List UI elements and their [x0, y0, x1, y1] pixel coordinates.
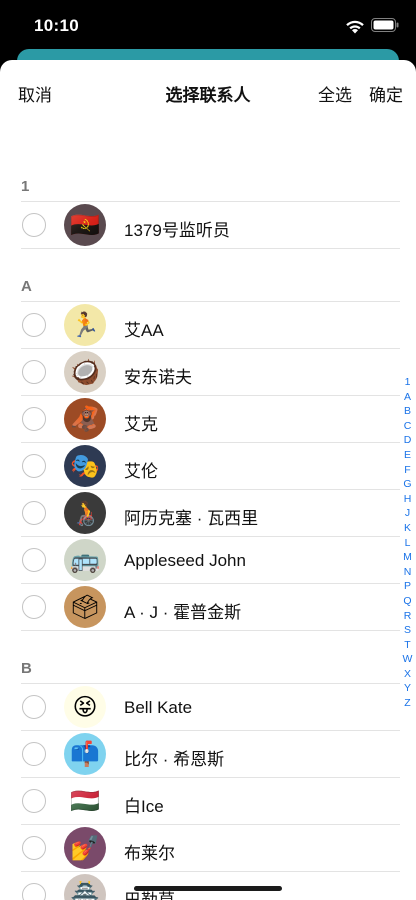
- runner-icon: 🏃: [64, 304, 106, 346]
- index-letter[interactable]: G: [399, 477, 416, 492]
- section-header: A: [0, 248, 416, 302]
- section-header: 1: [0, 148, 416, 202]
- orangutan-icon: 🦧: [64, 398, 106, 440]
- contact-name: 艾克: [124, 415, 158, 434]
- index-letter[interactable]: B: [399, 404, 416, 419]
- index-letter[interactable]: Z: [399, 696, 416, 711]
- index-letter[interactable]: T: [399, 638, 416, 653]
- bus-icon: 🚌: [64, 539, 106, 581]
- wifi-icon: [346, 20, 364, 34]
- nav-bar: 取消 选择联系人 全选 确定: [0, 60, 416, 120]
- select-checkbox[interactable]: [22, 360, 46, 384]
- index-letter[interactable]: X: [399, 667, 416, 682]
- index-letter[interactable]: N: [399, 565, 416, 580]
- contact-row[interactable]: 🦧 艾克: [0, 396, 416, 443]
- contact-row[interactable]: 🇭🇺 白Ice: [0, 778, 416, 825]
- nail-polish-icon: 💅: [64, 827, 106, 869]
- section-letter: B: [21, 660, 32, 677]
- tongue-face-icon: 😝: [64, 686, 106, 728]
- index-letter[interactable]: R: [399, 609, 416, 624]
- select-checkbox[interactable]: [22, 501, 46, 525]
- contact-row[interactable]: 📫 比尔 · 希恩斯: [0, 731, 416, 778]
- section-index-bar[interactable]: 1ABCDEFGHJKLMNPQRSTWXYZ: [399, 375, 416, 711]
- index-letter[interactable]: A: [399, 390, 416, 405]
- contact-picker-sheet: 取消 选择联系人 全选 确定 1 🇦🇴 1379号监听员 A 🏃 艾AA 🥥 安东诺夫 🦧 艾克 🎭…: [0, 60, 416, 900]
- page-title: 选择联系人: [165, 86, 251, 105]
- index-letter[interactable]: Q: [399, 594, 416, 609]
- contact-name: 布莱尔: [124, 844, 175, 863]
- contact-row[interactable]: 🚌 Appleseed John: [0, 537, 416, 584]
- contact-name: 艾AA: [124, 321, 164, 340]
- select-checkbox[interactable]: [22, 883, 46, 900]
- status-bar: 10:10: [0, 0, 416, 52]
- section-header: B: [0, 630, 416, 684]
- contact-name: 白Ice: [124, 797, 164, 816]
- status-time: 10:10: [34, 16, 79, 35]
- index-letter[interactable]: S: [399, 623, 416, 638]
- battery-icon: [371, 18, 399, 32]
- contact-row[interactable]: 💅 布莱尔: [0, 825, 416, 872]
- select-all-button[interactable]: 全选: [318, 81, 352, 106]
- contact-name: Bell Kate: [124, 698, 193, 717]
- japanese-castle-icon: 🏯: [64, 874, 106, 900]
- index-letter[interactable]: D: [399, 433, 416, 448]
- index-letter[interactable]: F: [399, 463, 416, 478]
- cancel-button[interactable]: 取消: [18, 81, 52, 106]
- index-letter[interactable]: C: [399, 419, 416, 434]
- index-letter[interactable]: H: [399, 492, 416, 507]
- hungary-flag-icon: 🇭🇺: [64, 780, 106, 822]
- contact-name: 安东诺夫: [124, 368, 192, 387]
- index-letter[interactable]: P: [399, 579, 416, 594]
- contact-name: 阿历克塞 · 瓦西里: [124, 509, 259, 528]
- section-letter: A: [21, 278, 32, 295]
- contact-row[interactable]: 🗳 A · J · 霍普金斯: [0, 584, 416, 631]
- index-letter[interactable]: W: [399, 652, 416, 667]
- contact-name: 艾伦: [124, 462, 158, 481]
- wheelchair-icon: 🧑‍🦽: [64, 492, 106, 534]
- select-checkbox[interactable]: [22, 789, 46, 813]
- contact-row[interactable]: 🇦🇴 1379号监听员: [0, 202, 416, 249]
- select-checkbox[interactable]: [22, 836, 46, 860]
- contact-row[interactable]: 🥥 安东诺夫: [0, 349, 416, 396]
- ballot-box-icon: 🗳: [64, 586, 106, 628]
- coconut-icon: 🥥: [64, 351, 106, 393]
- contact-row[interactable]: 😝 Bell Kate: [0, 684, 416, 731]
- index-letter[interactable]: E: [399, 448, 416, 463]
- contact-name: 比尔 · 希恩斯: [124, 750, 225, 769]
- contact-name: 1379号监听员: [124, 221, 230, 240]
- select-checkbox[interactable]: [22, 548, 46, 572]
- index-letter[interactable]: K: [399, 521, 416, 536]
- select-checkbox[interactable]: [22, 454, 46, 478]
- index-letter[interactable]: Y: [399, 681, 416, 696]
- select-checkbox[interactable]: [22, 595, 46, 619]
- select-checkbox[interactable]: [22, 695, 46, 719]
- index-letter[interactable]: 1: [399, 375, 416, 390]
- contact-name: Appleseed John: [124, 551, 246, 570]
- home-indicator[interactable]: [134, 886, 282, 891]
- select-checkbox[interactable]: [22, 407, 46, 431]
- contact-name: A · J · 霍普金斯: [124, 603, 242, 622]
- confirm-button[interactable]: 确定: [369, 81, 403, 106]
- select-checkbox[interactable]: [22, 313, 46, 337]
- contact-row[interactable]: 🏃 艾AA: [0, 302, 416, 349]
- performing-arts-icon: 🎭: [64, 445, 106, 487]
- index-letter[interactable]: L: [399, 536, 416, 551]
- section-letter: 1: [21, 178, 30, 195]
- contact-row[interactable]: 🧑‍🦽 阿历克塞 · 瓦西里: [0, 490, 416, 537]
- index-letter[interactable]: J: [399, 506, 416, 521]
- select-checkbox[interactable]: [22, 213, 46, 237]
- mailbox-icon: 📫: [64, 733, 106, 775]
- angola-flag-icon: 🇦🇴: [64, 204, 106, 246]
- contact-row[interactable]: 🎭 艾伦: [0, 443, 416, 490]
- select-checkbox[interactable]: [22, 742, 46, 766]
- index-letter[interactable]: M: [399, 550, 416, 565]
